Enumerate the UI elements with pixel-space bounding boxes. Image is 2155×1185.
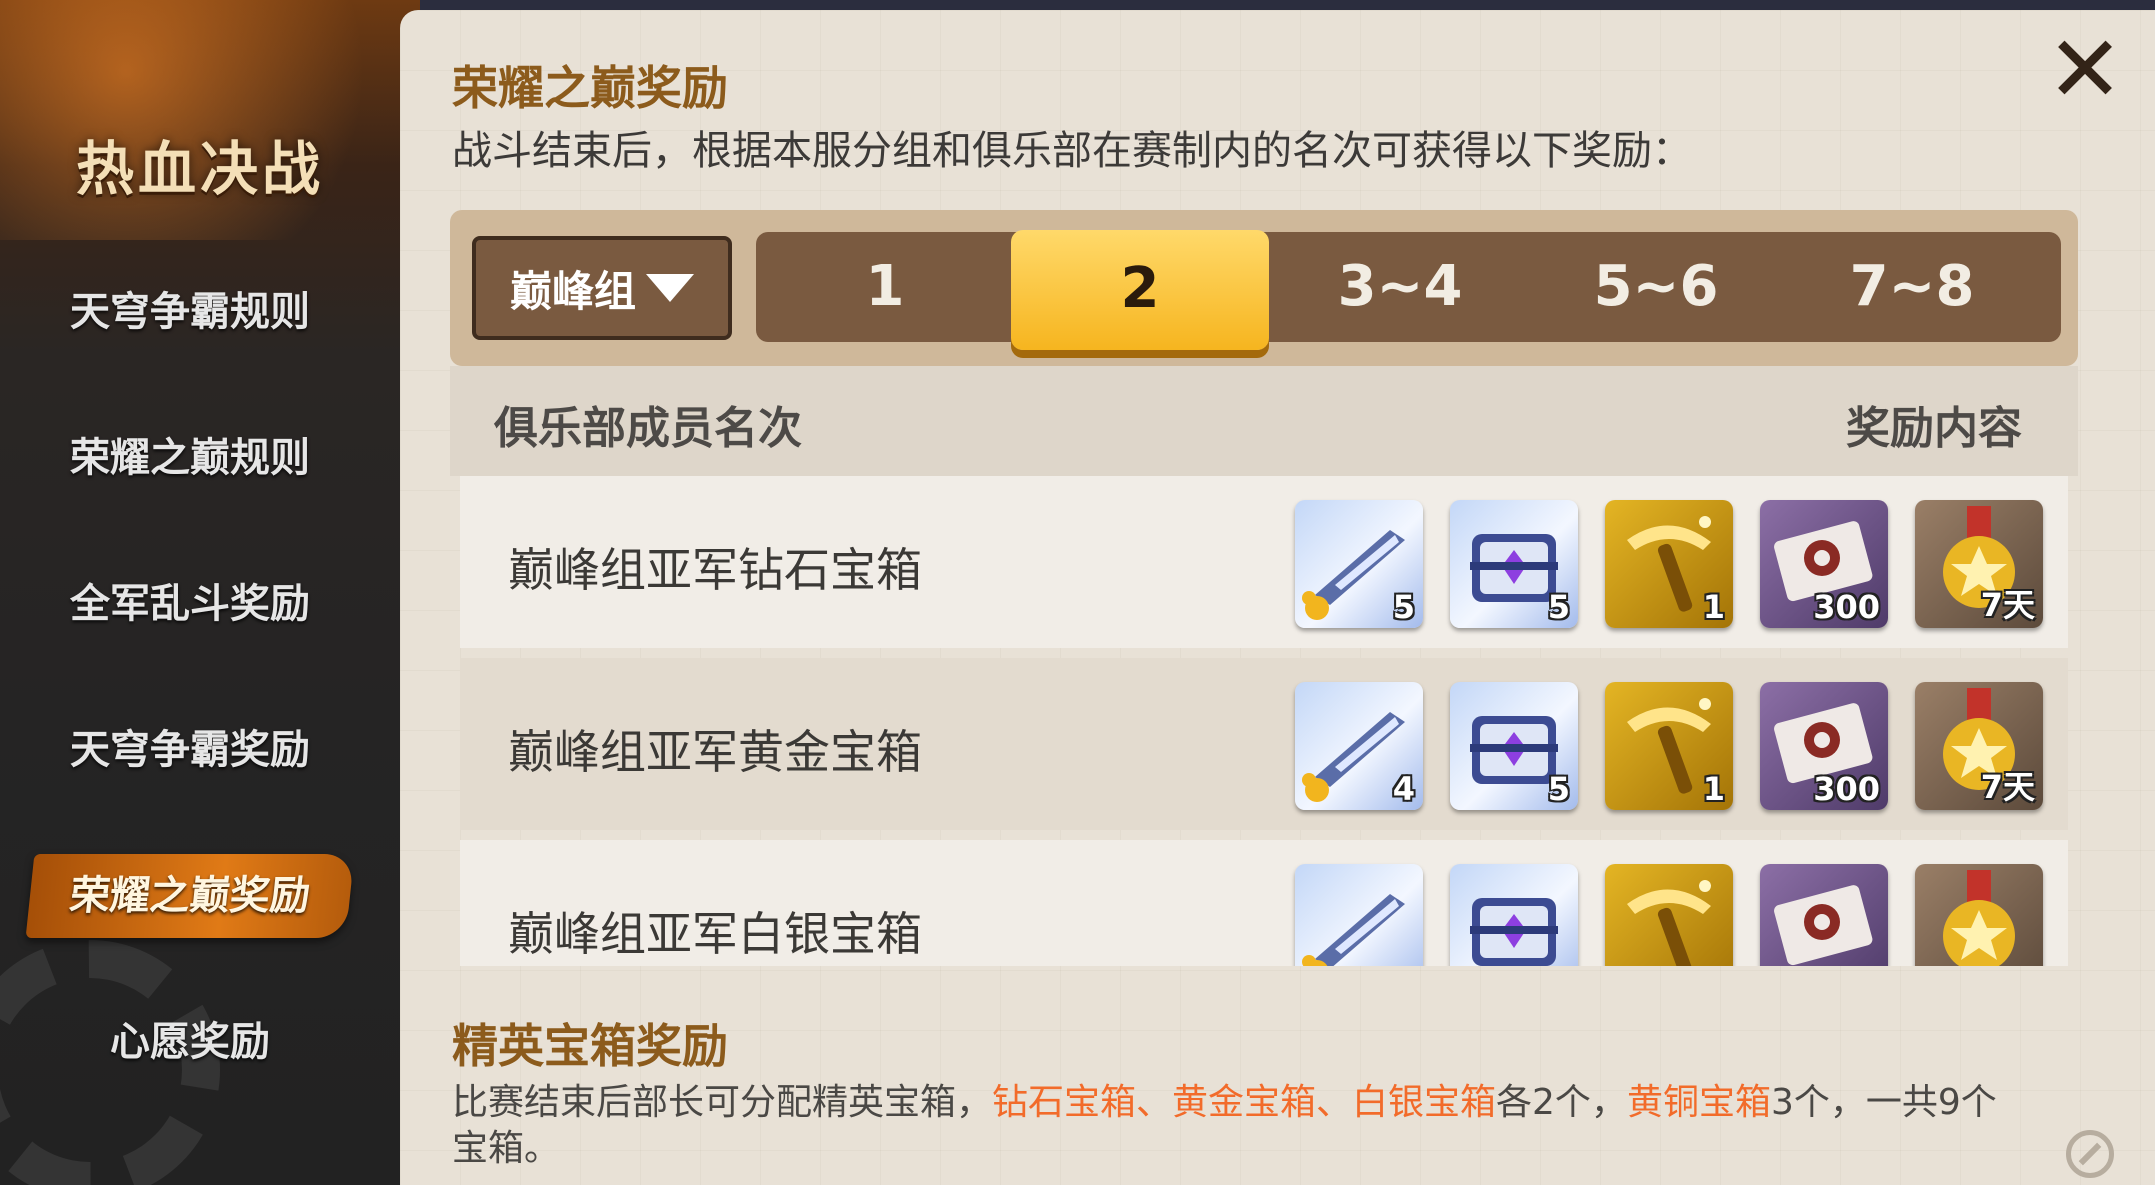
tab-rank-3-4[interactable]: 3~4 <box>1271 232 1529 342</box>
sidebar-item-wish-rewards[interactable]: 心愿奖励 <box>30 1000 350 1084</box>
golden-hammer-icon[interactable] <box>1605 864 1733 966</box>
reward-quantity: 5 <box>1392 588 1415 626</box>
golden-hammer-icon[interactable]: 1 <box>1605 682 1733 810</box>
ticket-icon[interactable] <box>1760 864 1888 966</box>
ticket-icon[interactable]: 300 <box>1760 682 1888 810</box>
medal-badge-icon[interactable]: 7天 <box>1915 500 2043 628</box>
sidebar-title: 热血决战 <box>75 135 324 203</box>
tab-rank-1[interactable]: 1 <box>756 232 1014 342</box>
reward-quantity: 5 <box>1547 770 1570 808</box>
row-rank-name: 巅峰组亚军钻石宝箱 <box>508 543 922 597</box>
reward-quantity: 300 <box>1813 588 1880 626</box>
group-dropdown-label: 巅峰组 <box>509 266 636 316</box>
table-row: 巅峰组亚军黄金宝箱 4 5 1 300 7天 <box>460 658 2068 830</box>
table-header: 俱乐部成员名次 奖励内容 <box>450 366 2078 476</box>
treasure-chest-icon[interactable] <box>1450 864 1578 966</box>
medal-badge-icon[interactable] <box>1915 864 2043 966</box>
treasure-chest-icon[interactable]: 5 <box>1450 682 1578 810</box>
golden-hammer-icon[interactable]: 1 <box>1605 500 1733 628</box>
weapon-fragment-icon[interactable]: 5 <box>1295 500 1423 628</box>
weapon-fragment-icon[interactable]: 4 <box>1295 682 1423 810</box>
section-title-elite-chest: 精英宝箱奖励 <box>452 1019 728 1073</box>
reward-quantity: 1 <box>1702 588 1725 626</box>
reward-quantity: 7天 <box>1980 768 2035 806</box>
note-text: 各2个， <box>1496 1082 1627 1123</box>
note-highlight-bronze: 黄铜宝箱 <box>1626 1082 1771 1123</box>
note-highlight-chests: 钻石宝箱、黄金宝箱、白银宝箱 <box>992 1082 1497 1123</box>
medal-badge-icon[interactable]: 7天 <box>1915 682 2043 810</box>
sidebar-item-glory-rules[interactable]: 荣耀之巅规则 <box>30 416 350 500</box>
group-dropdown[interactable]: 巅峰组 <box>472 236 732 340</box>
reward-quantity: 1 <box>1702 770 1725 808</box>
elite-chest-description: 比赛结束后部长可分配精英宝箱，钻石宝箱、黄金宝箱、白银宝箱各2个，黄铜宝箱3个，… <box>452 1080 2012 1172</box>
rewards-table[interactable]: 俱乐部成员名次 奖励内容 巅峰组亚军钻石宝箱 5 5 1 300 7天 巅峰组亚军黄金宝箱 4… <box>450 366 2078 966</box>
weapon-fragment-icon[interactable] <box>1295 864 1423 966</box>
table-row: 巅峰组亚军白银宝箱 <box>460 840 2068 966</box>
section-title-glory-rewards: 荣耀之巅奖励 <box>452 61 728 115</box>
rank-tabs: 1 2 3~4 5~6 7~8 <box>756 230 2061 350</box>
row-rank-name: 巅峰组亚军白银宝箱 <box>508 907 922 961</box>
sidebar-item-melee-rewards[interactable]: 全军乱斗奖励 <box>30 562 350 646</box>
sidebar-item-glory-rewards[interactable]: 荣耀之巅奖励 <box>25 854 355 938</box>
sidebar: 热血决战 天穹争霸规则 荣耀之巅规则 全军乱斗奖励 天穹争霸奖励 荣耀之巅奖励 … <box>0 0 420 1185</box>
note-text: 比赛结束后部长可分配精英宝箱， <box>452 1082 993 1123</box>
header-reward-content: 奖励内容 <box>1846 403 2022 454</box>
row-rank-name: 巅峰组亚军黄金宝箱 <box>508 725 922 779</box>
reward-quantity: 5 <box>1547 588 1570 626</box>
close-button[interactable]: ✕ <box>2045 24 2125 116</box>
section-description: 战斗结束后，根据本服分组和俱乐部在赛制内的名次可获得以下奖励： <box>452 128 1692 174</box>
table-row: 巅峰组亚军钻石宝箱 5 5 1 300 7天 <box>460 476 2068 648</box>
tab-rank-5-6[interactable]: 5~6 <box>1527 232 1785 342</box>
ticket-icon[interactable]: 300 <box>1760 500 1888 628</box>
tab-rank-7-8[interactable]: 7~8 <box>1783 232 2041 342</box>
sidebar-item-tianqiong-rules[interactable]: 天穹争霸规则 <box>30 270 350 354</box>
close-icon[interactable]: ✕ <box>2046 16 2123 123</box>
reward-quantity: 4 <box>1392 770 1415 808</box>
prohibit-icon[interactable] <box>2066 1130 2114 1178</box>
treasure-chest-icon[interactable]: 5 <box>1450 500 1578 628</box>
chevron-down-icon <box>646 274 694 302</box>
reward-quantity: 300 <box>1813 770 1880 808</box>
sidebar-item-tianqiong-rewards[interactable]: 天穹争霸奖励 <box>30 708 350 792</box>
header-member-rank: 俱乐部成员名次 <box>494 403 802 454</box>
tab-rank-2[interactable]: 2 <box>1011 230 1269 350</box>
reward-quantity: 7天 <box>1980 586 2035 624</box>
